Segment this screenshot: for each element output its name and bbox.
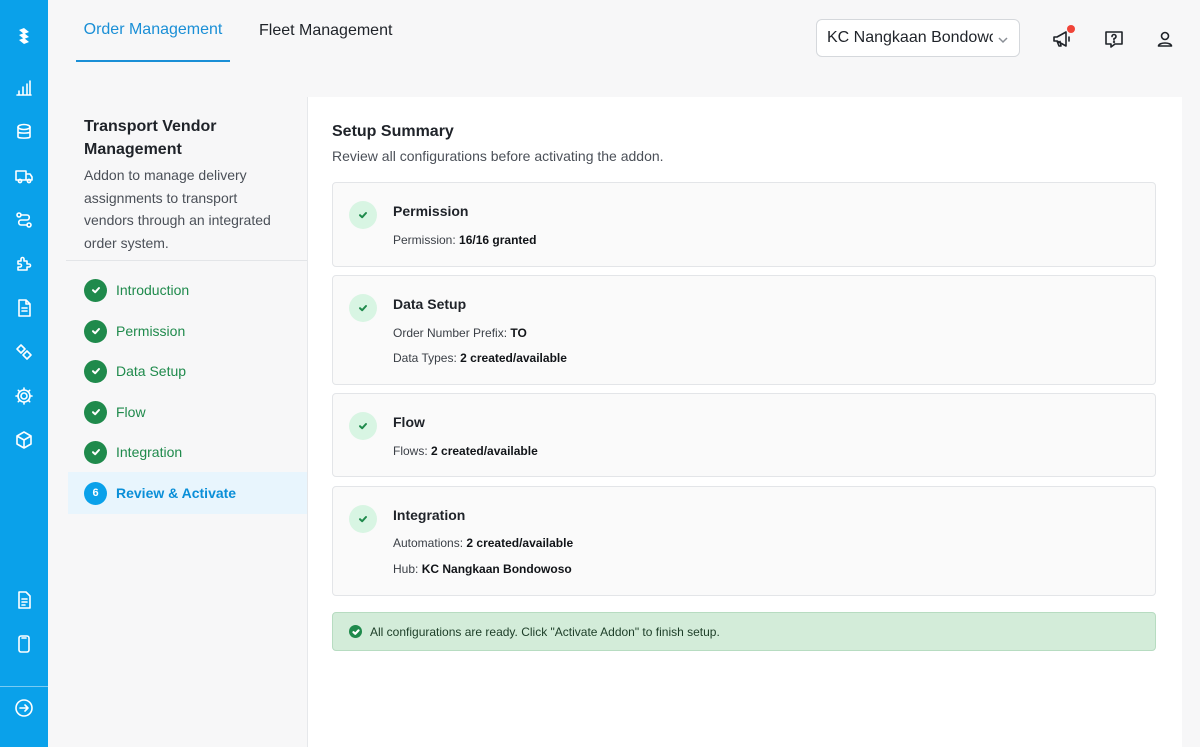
card-line: Data Types: 2 created/available [393, 351, 567, 365]
card-line: Order Number Prefix: TO [393, 326, 527, 340]
line-value: 16/16 granted [459, 233, 537, 247]
route-icon[interactable] [12, 208, 36, 232]
line-value: 2 created/available [460, 351, 567, 365]
step-label: Flow [116, 404, 146, 420]
step-label: Integration [116, 444, 183, 460]
content-panel: Transport Vendor Management Addon to man… [66, 97, 1182, 747]
check-circle-icon [349, 625, 362, 638]
puzzle-icon[interactable] [12, 252, 36, 276]
card-line: Automations: 2 created/available [393, 536, 573, 550]
card-title: Flow [393, 414, 425, 430]
line-value: TO [510, 326, 527, 340]
logo-icon[interactable] [12, 24, 36, 48]
line-label: Permission: [393, 233, 456, 247]
announcement-icon[interactable] [1051, 25, 1075, 50]
tag-icon[interactable] [12, 340, 36, 364]
mobile-icon[interactable] [12, 632, 36, 656]
step-label: Review & Activate [116, 485, 237, 501]
step-label: Data Setup [116, 363, 187, 379]
check-icon [84, 440, 107, 464]
database-icon[interactable] [12, 120, 36, 144]
line-value: 2 created/available [466, 536, 574, 550]
addon-description: Addon to manage delivery assignments to … [84, 167, 271, 251]
addon-title: Transport Vendor Management [84, 118, 217, 158]
summary-card-flow: Flow Flows: 2 created/available [332, 393, 1156, 477]
summary-subtitle: Review all configurations before activat… [332, 148, 664, 164]
line-label: Flows: [393, 444, 428, 458]
tab-fleet-management[interactable]: Fleet Management [259, 0, 392, 62]
check-icon [84, 278, 107, 302]
ready-alert: All configurations are ready. Click "Act… [332, 612, 1156, 651]
check-icon [349, 201, 377, 229]
card-line: Hub: KC Nangkaan Bondowoso [393, 562, 572, 576]
card-line: Flows: 2 created/available [393, 444, 538, 458]
step-integration[interactable]: Integration [68, 431, 307, 473]
analytics-icon[interactable] [12, 76, 36, 100]
step-review-activate[interactable]: 6 Review & Activate [68, 472, 307, 514]
user-icon[interactable] [1154, 28, 1176, 50]
step-data-setup[interactable]: Data Setup [68, 350, 307, 392]
help-icon[interactable] [1103, 28, 1125, 50]
check-icon [84, 319, 107, 343]
summary-title: Setup Summary [332, 123, 454, 140]
summary-card-integration: Integration Automations: 2 created/avail… [332, 486, 1156, 596]
top-bar: Order Management Fleet Management KC Nan… [48, 0, 1200, 78]
check-icon [349, 294, 377, 322]
line-label: Automations: [393, 536, 464, 550]
setup-summary: Setup Summary Review all configurations … [332, 97, 1156, 747]
box-icon[interactable] [12, 428, 36, 452]
card-line: Permission: 16/16 granted [393, 233, 536, 247]
line-label: Hub: [393, 562, 419, 576]
hub-select-value: KC Nangkaan Bondowoso [827, 29, 993, 46]
settings-icon[interactable] [12, 384, 36, 408]
card-title: Permission [393, 203, 469, 219]
ready-message: All configurations are ready. Click "Act… [370, 624, 720, 639]
step-label: Introduction [116, 282, 190, 298]
left-rail [0, 0, 48, 747]
line-value: KC Nangkaan Bondowoso [421, 562, 572, 576]
summary-card-data-setup: Data Setup Order Number Prefix: TO Data … [332, 275, 1156, 385]
check-icon [349, 505, 377, 533]
chevron-down-icon [997, 33, 1009, 45]
notification-dot [1067, 25, 1075, 33]
logout-icon[interactable] [12, 696, 36, 720]
line-label: Data Types: [393, 351, 457, 365]
report-icon[interactable] [12, 588, 36, 612]
step-number-badge: 6 [84, 481, 107, 505]
wizard-steps: Transport Vendor Management Addon to man… [66, 97, 308, 747]
card-title: Data Setup [393, 296, 467, 312]
tab-order-management[interactable]: Order Management [76, 0, 230, 62]
check-icon [84, 359, 107, 383]
wizard-header: Transport Vendor Management Addon to man… [66, 97, 307, 261]
card-title: Integration [393, 507, 466, 523]
step-flow[interactable]: Flow [68, 391, 307, 433]
check-icon [349, 412, 377, 440]
truck-icon[interactable] [12, 164, 36, 188]
step-permission[interactable]: Permission [68, 310, 307, 352]
step-label: Permission [116, 323, 186, 339]
line-value: 2 created/available [431, 444, 538, 458]
summary-card-permission: Permission Permission: 16/16 granted [332, 182, 1156, 267]
hub-select[interactable]: KC Nangkaan Bondowoso [816, 19, 1020, 57]
document-icon[interactable] [12, 296, 36, 320]
rail-divider [0, 686, 48, 687]
line-label: Order Number Prefix: [393, 326, 508, 340]
step-introduction[interactable]: Introduction [68, 269, 307, 311]
check-icon [84, 400, 107, 424]
